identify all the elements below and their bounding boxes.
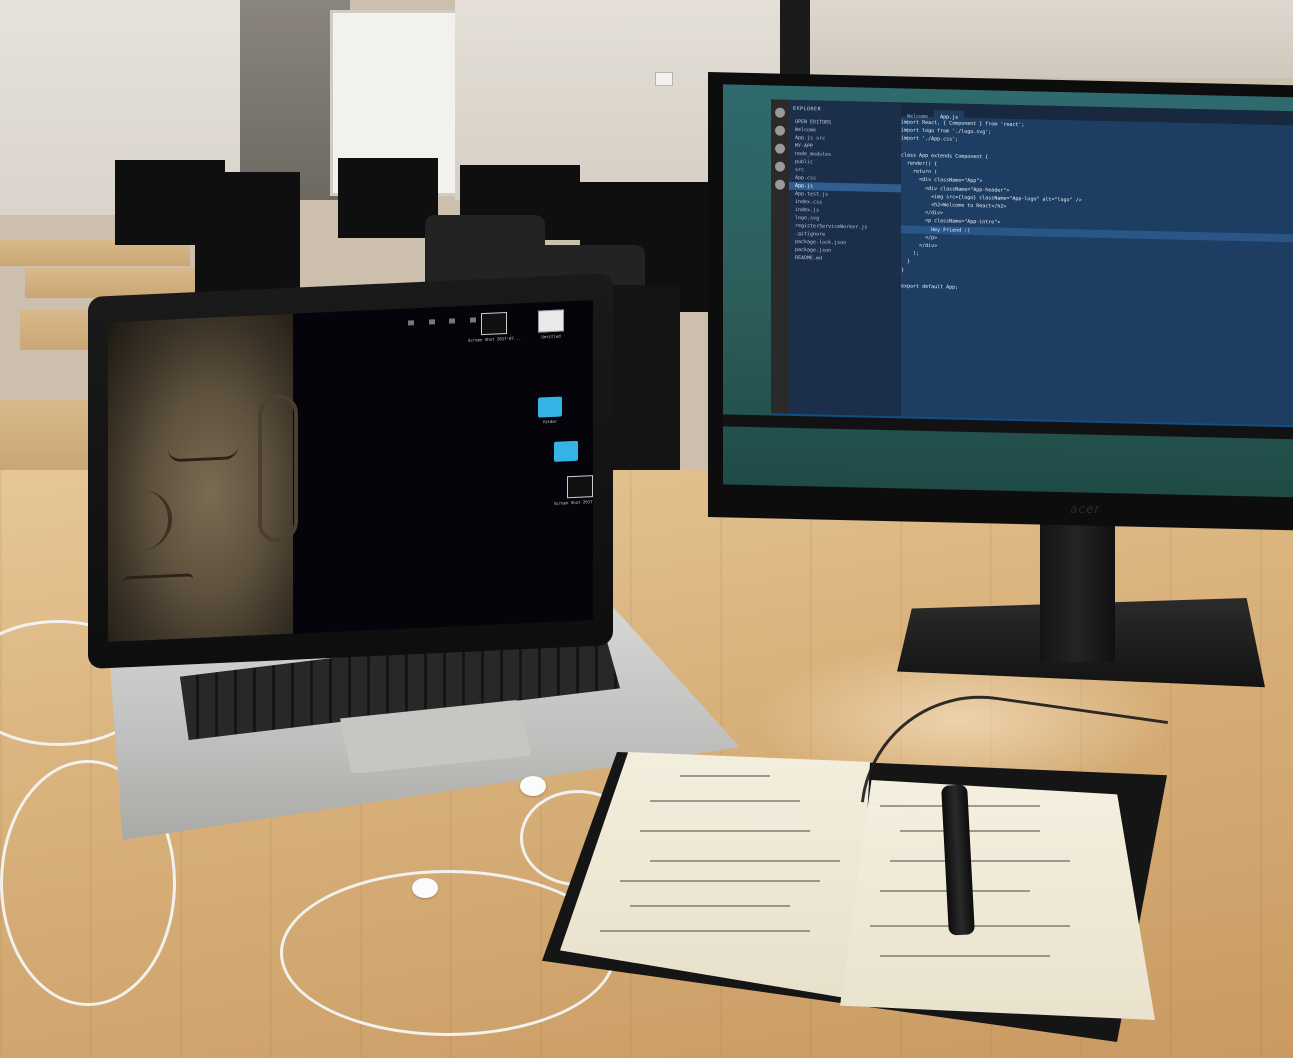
code-editor-window: EXPLORER OPEN EDITORS Welcome App.js src MY… [771, 99, 1293, 437]
folder-icon [538, 396, 562, 418]
desktop-icon[interactable] [554, 440, 578, 464]
doc-icon [538, 309, 564, 333]
handwriting-stroke [720, 930, 810, 932]
handwriting-stroke [630, 905, 790, 907]
buddha-ear [258, 393, 298, 544]
background-monitor [195, 172, 300, 302]
desktop-icon[interactable]: Screen Shot 2017-07... [554, 474, 593, 506]
explorer-item[interactable]: README.md [789, 254, 901, 265]
buddha-nose [128, 489, 172, 552]
handwriting-stroke [640, 830, 810, 832]
buddha-lips [123, 573, 193, 588]
battery-icon[interactable] [428, 319, 435, 325]
handwriting-stroke [650, 860, 840, 862]
handwriting-stroke [680, 775, 770, 777]
handwriting-stroke [620, 880, 820, 882]
desktop-icon-label: Untitled [541, 333, 561, 340]
desk-scene: EXPLORER OPEN EDITORS Welcome App.js src MY… [0, 0, 1293, 1058]
background-monitor [338, 158, 438, 238]
handwriting-stroke [890, 860, 1070, 862]
monitor-brand-logo: acer [1070, 502, 1101, 516]
desktop-icon-label: folder [542, 418, 558, 425]
handwriting-stroke [880, 955, 1050, 957]
explorer-panel: EXPLORER OPEN EDITORS Welcome App.js src MY… [789, 99, 901, 428]
desktop-icon-label: Screen Shot 2017-07... [468, 335, 521, 343]
desktop-icon[interactable]: Screen Shot 2017-07... [468, 311, 521, 343]
screen-icon [481, 311, 508, 336]
thermostat [655, 72, 673, 86]
handwriting-stroke [600, 930, 720, 932]
search-icon[interactable] [775, 125, 785, 136]
monitor-stand-neck [1040, 512, 1115, 662]
debug-icon[interactable] [775, 161, 785, 172]
code-area[interactable]: import React, { Component } from 'react'… [901, 118, 1293, 427]
laptop-lid: Screen Shot 2017-07... Untitled folder Scre… [88, 273, 613, 669]
volume-icon[interactable] [449, 318, 456, 324]
monitor-screen: EXPLORER OPEN EDITORS Welcome App.js src MY… [723, 84, 1293, 498]
files-icon[interactable] [775, 107, 785, 118]
desktop-icon[interactable]: Untitled [538, 309, 564, 339]
explorer-tree: OPEN EDITORS Welcome App.js src MY-APP node_… [789, 118, 901, 265]
desktop-icon-label: Screen Shot 2017-07... [554, 498, 593, 506]
back-wall-right [810, 0, 1293, 78]
activity-bar [771, 99, 789, 425]
background-desk [0, 400, 95, 470]
buddha-eye [168, 446, 238, 463]
handwriting-stroke [900, 830, 1040, 832]
desktop-icon[interactable]: folder [538, 396, 562, 424]
source-control-icon[interactable] [775, 143, 785, 154]
ceiling-beam [780, 0, 810, 75]
handwriting-stroke [650, 800, 800, 802]
external-monitor: EXPLORER OPEN EDITORS Welcome App.js src MY… [708, 72, 1293, 531]
earbud [520, 776, 546, 796]
earbud [412, 878, 438, 898]
buddha-wallpaper [108, 313, 298, 643]
laptop-screen: Screen Shot 2017-07... Untitled folder Scre… [108, 300, 593, 643]
extensions-icon[interactable] [775, 179, 785, 190]
folder-icon [554, 440, 578, 462]
screen-icon [567, 475, 593, 499]
wifi-icon[interactable] [408, 320, 414, 326]
